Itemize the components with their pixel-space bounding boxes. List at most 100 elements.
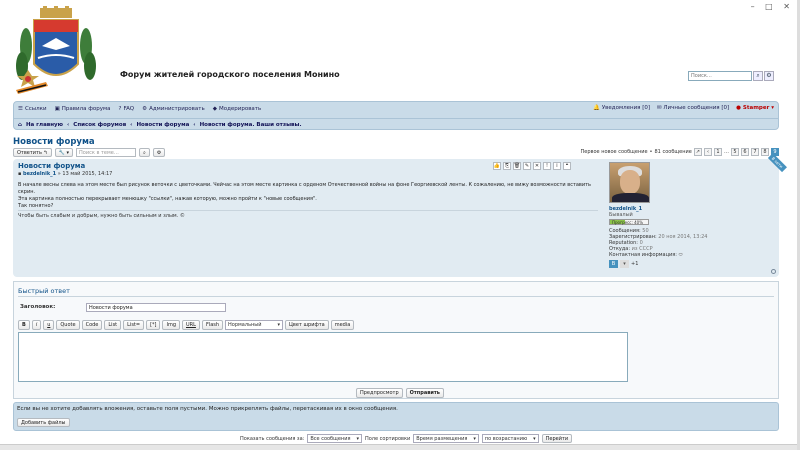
media-button[interactable]: media xyxy=(330,320,355,330)
user-menu[interactable]: ● Stamper ▾ xyxy=(736,105,774,111)
sort-field-select[interactable]: Время размещения ▾ xyxy=(413,434,479,443)
quote-button[interactable]: Quote xyxy=(56,320,80,330)
site-logo[interactable] xyxy=(12,6,100,98)
site-title: Форум жителей городского поселения Монин… xyxy=(120,70,340,79)
chevron-down-icon: ▾ xyxy=(66,149,70,156)
post-author[interactable]: bezdelnik_1 xyxy=(23,171,56,177)
underline-button[interactable]: u xyxy=(43,320,55,330)
back-to-top-icon[interactable] xyxy=(771,269,776,274)
copy-icon[interactable]: ⎘ xyxy=(503,162,511,170)
reply-button[interactable]: Ответить ↰ xyxy=(13,148,52,157)
navbar-user-area: 🔔 Уведомления [0] ✉ Личные сообщения [0]… xyxy=(593,105,774,111)
page-1[interactable]: 1 xyxy=(714,148,722,156)
post-date: » 13 май 2015, 14:17 xyxy=(57,171,113,177)
close-icon[interactable]: ✕ xyxy=(533,162,541,170)
img-button[interactable]: Img xyxy=(162,320,181,330)
page-5[interactable]: 5 xyxy=(731,148,739,156)
code-button[interactable]: Code xyxy=(81,320,103,330)
url-button[interactable]: URL xyxy=(182,320,200,330)
chevron-down-icon: ▾ xyxy=(277,322,281,328)
edit-icon[interactable]: ✎ xyxy=(523,162,531,170)
nav-item-links[interactable]: ☰ Ссылки xyxy=(18,106,47,112)
post-signature: Чтобы быть слабым и добрым, нужно быть с… xyxy=(18,213,185,219)
breadcrumb-forums[interactable]: Список форумов xyxy=(73,122,126,128)
vote-count: +1 xyxy=(631,261,639,267)
bold-button[interactable]: B xyxy=(18,320,30,330)
post-paragraph: Так понятно? xyxy=(18,203,54,209)
nav-item-moderate[interactable]: ◆ Модерировать xyxy=(213,106,262,112)
topic-search-button[interactable]: ⌕ xyxy=(139,148,150,157)
chevron-down-icon: ▾ xyxy=(356,435,359,442)
window-controls[interactable]: – □ ✕ xyxy=(751,2,794,11)
avatar[interactable] xyxy=(609,162,650,203)
thumbs-up-icon[interactable]: 👍 xyxy=(493,162,501,170)
notifications-link[interactable]: 🔔 Уведомления [0] xyxy=(593,105,650,111)
pagination-jump-icon[interactable]: ↗ xyxy=(693,148,702,156)
topic-search-options-button[interactable]: ⚙ xyxy=(152,148,166,157)
wrench-icon: 🔧 xyxy=(58,149,65,156)
nav-item-rules[interactable]: ▣ Правила форума xyxy=(55,106,111,112)
laurel-left-icon xyxy=(16,28,32,80)
envelope-icon: ✉ xyxy=(657,105,662,111)
quick-reply-panel: Быстрый ответ Заголовок: Новости форума … xyxy=(13,281,779,399)
navbar-links: ☰ Ссылки ▣ Правила форума ? FAQ ⚙ Администри… xyxy=(18,106,261,112)
go-button[interactable]: Перейти xyxy=(541,434,573,443)
search-icon[interactable]: ⌕ xyxy=(753,70,763,81)
header-search-input[interactable] xyxy=(688,70,752,81)
post-meta: ▪ bezdelnik_1 » 13 май 2015, 14:17 xyxy=(18,171,112,177)
delete-icon[interactable]: 🗑 xyxy=(513,162,521,170)
home-icon: ⌂ xyxy=(18,121,22,128)
advanced-search-icon[interactable]: ⚙ xyxy=(764,70,774,81)
topic-tools-button[interactable]: 🔧 ▾ xyxy=(54,148,74,157)
post-paragraph: Эта картинка полностью перекрывает менюш… xyxy=(18,196,317,202)
breadcrumb-news[interactable]: Новости форума xyxy=(136,122,189,128)
flash-button[interactable]: Flash xyxy=(201,320,224,330)
reputation-vote: B ▾ +1 xyxy=(609,260,769,268)
prev-page-icon[interactable]: ‹ xyxy=(704,148,712,156)
post-title[interactable]: Новости форума xyxy=(18,162,85,170)
list-button[interactable]: List xyxy=(104,320,122,330)
thumbs-down-icon[interactable]: ▾ xyxy=(620,260,629,268)
quick-reply-divider xyxy=(18,296,774,297)
page-title[interactable]: Новости форума xyxy=(13,137,95,147)
preview-button[interactable]: Предпросмотр xyxy=(356,388,403,398)
font-size-select[interactable]: Нормальный ▾ xyxy=(225,320,284,330)
contact-icon[interactable]: ⬭ xyxy=(679,252,683,258)
subject-input[interactable]: Новости форума xyxy=(86,303,226,312)
list-item-button[interactable]: [*] xyxy=(146,320,161,330)
font-color-button[interactable]: Цвет шрифта xyxy=(285,320,329,330)
reply-arrow-icon: ↰ xyxy=(43,149,48,156)
info-icon[interactable]: i xyxy=(553,162,561,170)
add-files-button[interactable]: Добавить файлы xyxy=(17,418,70,427)
subject-label: Заголовок: xyxy=(20,304,56,310)
post-icon: ▪ xyxy=(18,171,22,177)
nav-item-faq[interactable]: ? FAQ xyxy=(119,106,135,112)
italic-button[interactable]: i xyxy=(31,320,42,330)
quote-icon[interactable]: ❝ xyxy=(563,162,571,170)
page-7[interactable]: 7 xyxy=(751,148,759,156)
profile-contact: Контактная информация: ⬭ xyxy=(609,252,683,258)
bullet-separator: • xyxy=(649,149,653,155)
first-unread-link[interactable]: Первое новое сообщение xyxy=(581,149,648,155)
profile-rank: Бывалый xyxy=(609,212,633,218)
page-8[interactable]: 8 xyxy=(761,148,769,156)
ordered-list-button[interactable]: List= xyxy=(123,320,145,330)
nav-item-admin[interactable]: ⚙ Администрировать xyxy=(142,106,205,112)
show-posts-select[interactable]: Все сообщения ▾ xyxy=(307,434,362,443)
help-icon: ? xyxy=(118,106,122,112)
sort-order-select[interactable]: по возрастанию ▾ xyxy=(481,434,539,443)
submit-button[interactable]: Отправить xyxy=(405,388,444,398)
quick-reply-actions: Предпросмотр Отправить xyxy=(356,388,444,398)
message-textarea[interactable] xyxy=(18,332,628,382)
menu-icon: ☰ xyxy=(18,106,23,112)
breadcrumb-home[interactable]: На главную xyxy=(26,122,63,128)
page-6[interactable]: 6 xyxy=(741,148,749,156)
breadcrumb-feedback[interactable]: Новости форума. Ваши отзывы. xyxy=(200,122,302,128)
author-profile: bezdelnik_1 Бывалый Прогресс: 40% Сообще… xyxy=(609,162,769,268)
breadcrumb-separator-icon: ‹ xyxy=(130,121,133,128)
private-messages-link[interactable]: ✉ Личные сообщения [0] xyxy=(657,105,729,111)
topic-search-input[interactable]: Поиск в теме… xyxy=(76,148,137,157)
navbar: ☰ Ссылки ▣ Правила форума ? FAQ ⚙ Администри… xyxy=(13,101,779,130)
vk-icon[interactable]: B xyxy=(609,260,618,268)
warning-icon[interactable]: ! xyxy=(543,162,551,170)
